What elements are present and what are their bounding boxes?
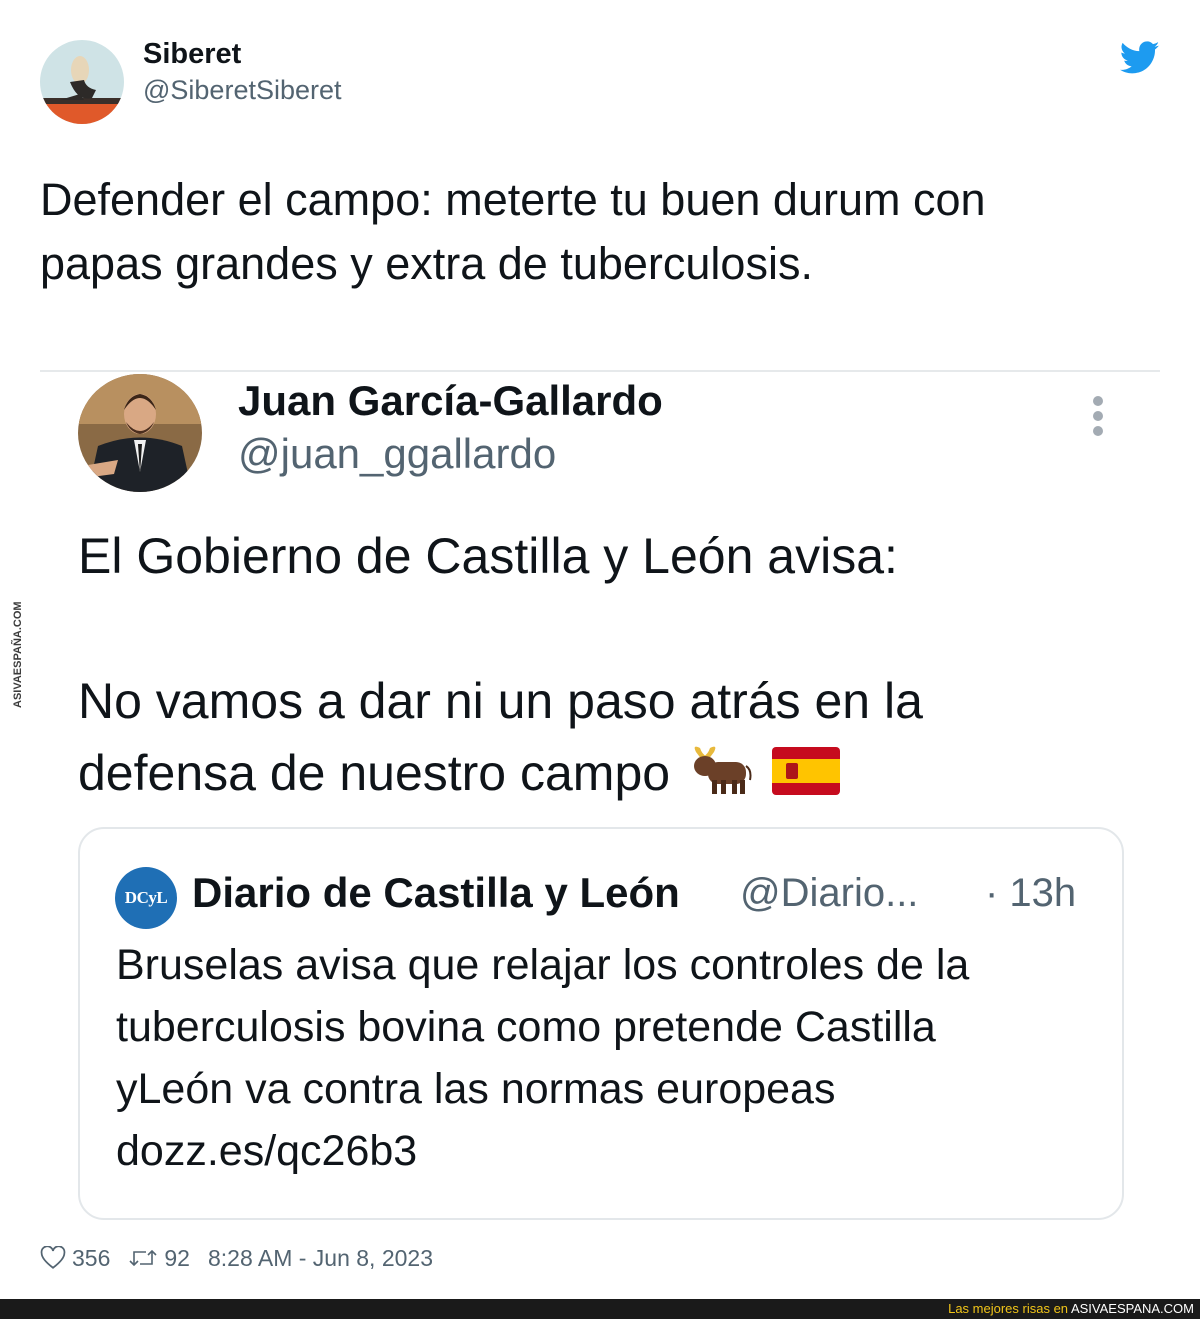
footer-banner: Las mejores risas en ASIVAESPANA.COM: [0, 1299, 1200, 1319]
tweet-text-line: Defender el campo: meterte tu buen durum…: [40, 174, 986, 225]
author-handle[interactable]: @SiberetSiberet: [143, 75, 342, 106]
tweet-timestamp[interactable]: 8:28 AM - Jun 8, 2023: [208, 1245, 433, 1272]
watermark: ASIVAESPAÑA.COM: [4, 590, 28, 710]
dcyl-logo: DCyL: [115, 867, 177, 929]
embedded-text-line: yLeón va contra las normas europeas: [116, 1065, 836, 1113]
quoted-author-avatar: [78, 374, 202, 492]
embedded-text-line: tuberculosis bovina como pretende Castil…: [116, 1003, 936, 1051]
bull-emoji: [690, 746, 752, 808]
twitter-bird-icon[interactable]: [1119, 40, 1160, 76]
quoted-text-segment: defensa de nuestro campo: [78, 745, 671, 801]
footer-site: ASIVAESPANA.COM: [1070, 1301, 1194, 1316]
embedded-quote-card: DCyL Diario de Castilla y León @Diario..…: [78, 827, 1124, 1220]
author-avatar[interactable]: [40, 40, 124, 124]
tweet-text: Defender el campo: meterte tu buen durum…: [40, 168, 1160, 296]
quoted-author-name: Juan García-Gallardo: [238, 377, 663, 424]
embedded-author-name: Diario de Castilla y León: [192, 869, 680, 916]
quoted-text-line: No vamos a dar ni un paso atrás en la: [78, 673, 923, 729]
quoted-text-line: defensa de nuestro campo: [78, 744, 840, 808]
watermark-text: ASIVAESPAÑA.COM: [11, 601, 24, 708]
tweet-media-screenshot[interactable]: Juan García-Gallardo @juan_ggallardo El …: [40, 370, 1160, 1250]
retweet-button[interactable]: 92: [128, 1245, 190, 1272]
tweet-text-line: papas grandes y extra de tuberculosis.: [40, 238, 813, 289]
quoted-author-handle: @juan_ggallardo: [238, 430, 557, 477]
embedded-text-line: Bruselas avisa que relajar los controles…: [116, 941, 970, 989]
retweet-icon: [129, 1249, 157, 1267]
embedded-timestamp: · 13h: [985, 871, 1077, 915]
more-options-icon: [1090, 396, 1106, 440]
tweet-stats: 356 92 8:28 AM - Jun 8, 2023: [40, 1240, 451, 1276]
embedded-author-handle: @Diario...: [740, 871, 919, 915]
footer-text[interactable]: Las mejores risas en ASIVAESPANA.COM: [948, 1301, 1194, 1316]
heart-icon: [40, 1246, 66, 1269]
footer-prefix: Las mejores risas en: [948, 1301, 1071, 1316]
quoted-text-line: El Gobierno de Castilla y León avisa:: [78, 528, 898, 584]
spain-flag-emoji: [771, 746, 840, 807]
retweet-count: 92: [164, 1244, 190, 1271]
like-count: 356: [72, 1244, 111, 1271]
like-button[interactable]: 356: [40, 1245, 110, 1272]
embedded-link: dozz.es/qc26b3: [116, 1127, 418, 1175]
author-name[interactable]: Siberet: [143, 38, 241, 71]
